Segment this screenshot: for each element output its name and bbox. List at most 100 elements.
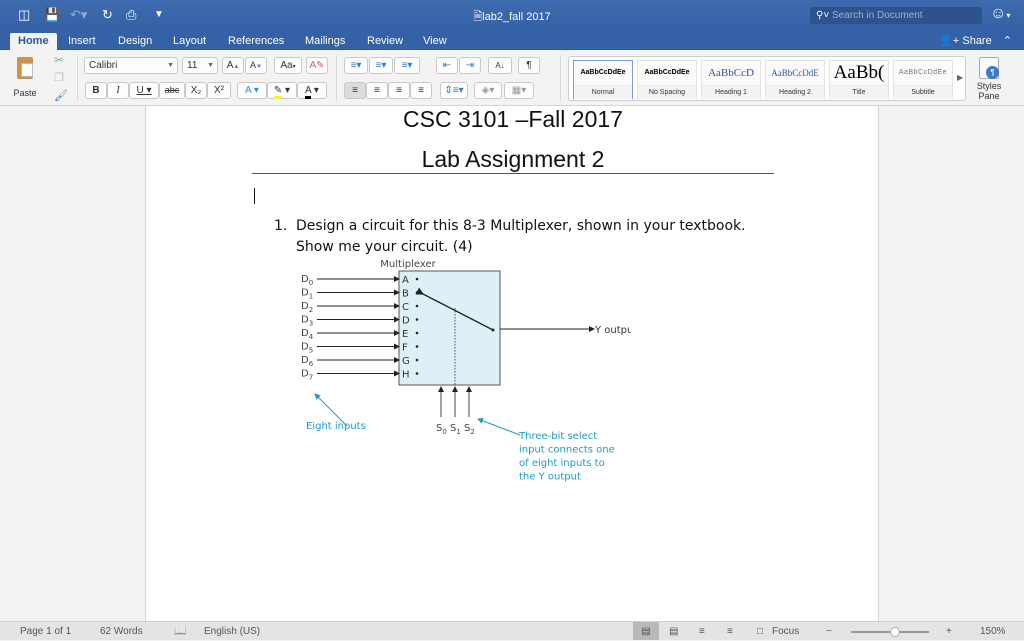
- multilevel-list-button[interactable]: ≡▾: [394, 57, 420, 74]
- tab-mailings[interactable]: Mailings: [305, 33, 345, 50]
- increase-indent-button[interactable]: ⇥: [459, 57, 481, 74]
- copy-icon[interactable]: ❐: [54, 71, 64, 84]
- style-label: No Spacing: [638, 85, 696, 99]
- shading-button[interactable]: ◈▾: [474, 82, 502, 99]
- add-person-icon: 👤+: [939, 35, 960, 47]
- tab-view[interactable]: View: [423, 33, 447, 50]
- superscript-button[interactable]: X²: [207, 82, 231, 99]
- paste-label: Paste: [13, 88, 37, 98]
- highlight-color-button[interactable]: ✎ ▾: [267, 82, 297, 99]
- search-input[interactable]: ⚲˅ Search in Document: [810, 7, 982, 24]
- shrink-font-button[interactable]: A▼: [245, 57, 267, 74]
- font-size-value: 11: [187, 60, 198, 71]
- zoom-out-button[interactable]: −: [826, 622, 832, 641]
- text-cursor: [254, 188, 255, 204]
- port-dot: [415, 318, 419, 321]
- port-dot: [415, 358, 419, 362]
- align-center-button[interactable]: ≡: [366, 82, 388, 99]
- font-name-select[interactable]: Calibri ▼: [84, 57, 178, 74]
- port-label: E: [402, 329, 408, 340]
- italic-button[interactable]: I: [107, 82, 129, 99]
- tab-references[interactable]: References: [228, 33, 284, 50]
- gallery-more-arrow-icon[interactable]: ▶: [957, 73, 963, 82]
- page-count[interactable]: Page 1 of 1: [20, 622, 71, 641]
- underline-label: U: [136, 85, 144, 96]
- tab-review[interactable]: Review: [367, 33, 403, 50]
- style-no-spacing[interactable]: AaBbCcDdEe No Spacing: [637, 60, 697, 99]
- ribbon-home: Paste ✂ ❐ 🖌 Calibri ▼ 11 ▼ A▲ A▼ Aa▾ A✎ …: [0, 51, 1024, 106]
- style-label: Heading 1: [702, 85, 760, 99]
- decrease-indent-button[interactable]: ⇤: [436, 57, 458, 74]
- borders-button[interactable]: ▦▾: [504, 82, 534, 99]
- zoom-in-button[interactable]: +: [946, 622, 952, 641]
- font-name-value: Calibri: [89, 60, 118, 71]
- style-normal[interactable]: AaBbCcDdEe Normal: [573, 60, 633, 99]
- style-preview: AaBbCcDdEe: [898, 69, 948, 76]
- question-line-1: Design a circuit for this 8-3 Multiplexe…: [296, 218, 746, 234]
- select-callout-text: the Y output: [519, 472, 581, 483]
- bold-button[interactable]: B: [85, 82, 107, 99]
- styles-pane-button[interactable]: ¶ Styles Pane: [972, 57, 1006, 103]
- tab-home[interactable]: Home: [10, 33, 57, 50]
- port-dot: [415, 277, 419, 281]
- input-label: D2: [301, 301, 313, 314]
- heading-course: CSC 3101 –Fall 2017: [403, 106, 623, 132]
- proofing-icon[interactable]: 📖: [174, 622, 186, 641]
- style-heading-2[interactable]: AaBbCcDdE Heading 2: [765, 60, 825, 99]
- ribbon-tabs: [0, 31, 1024, 50]
- zoom-slider-thumb[interactable]: [890, 627, 901, 637]
- show-formatting-button[interactable]: ¶: [518, 57, 540, 74]
- inputs-callout-text: Eight inputs: [306, 421, 366, 432]
- port-dot: [415, 372, 419, 375]
- line-spacing-button[interactable]: ⇕≡▾: [440, 82, 468, 99]
- focus-button[interactable]: Focus: [772, 622, 799, 641]
- cut-icon[interactable]: ✂: [54, 53, 64, 67]
- clear-formatting-button[interactable]: A✎: [306, 57, 328, 74]
- styles-gallery: AaBbCcDdEe Normal AaBbCcDdEe No Spacing Aa…: [568, 56, 966, 101]
- port-dot: [415, 331, 419, 335]
- outline-view-icon[interactable]: ≡: [699, 622, 705, 641]
- collapse-ribbon-icon[interactable]: ⌃: [1003, 35, 1012, 47]
- font-size-select[interactable]: 11 ▼: [182, 57, 218, 74]
- sort-button[interactable]: A↓: [488, 57, 512, 74]
- strikethrough-button[interactable]: abc: [159, 82, 185, 99]
- style-heading-1[interactable]: AaBbCcD Heading 1: [701, 60, 761, 99]
- justify-button[interactable]: ≡: [410, 82, 432, 99]
- select-callout-arrow: [477, 417, 521, 436]
- tab-design[interactable]: Design: [118, 33, 152, 50]
- print-layout-view-icon[interactable]: ▤: [633, 622, 659, 640]
- window-title-text: lab2_fall 2017: [482, 11, 551, 23]
- language[interactable]: English (US): [204, 622, 260, 641]
- numbering-button[interactable]: ≡▾: [369, 57, 393, 74]
- share-button[interactable]: 👤+ Share ⌃: [939, 34, 1012, 47]
- document-canvas[interactable]: CSC 3101 –Fall 2017 Lab Assignment 2 1. …: [0, 106, 1024, 621]
- feedback-smiley-icon[interactable]: ☺▾: [990, 5, 1010, 23]
- style-title[interactable]: AaBb(Title: [829, 60, 889, 99]
- port-dot: [415, 291, 419, 294]
- draft-view-icon[interactable]: ≡: [727, 622, 733, 641]
- grow-font-button[interactable]: A▲: [222, 57, 244, 74]
- zoom-level[interactable]: 150%: [980, 622, 1006, 641]
- align-left-button[interactable]: ≡: [344, 82, 366, 99]
- document-page[interactable]: CSC 3101 –Fall 2017 Lab Assignment 2 1. …: [145, 106, 879, 621]
- switch-pivot: [491, 328, 495, 332]
- text-effects-button[interactable]: A ▾: [237, 82, 267, 99]
- title-bar: ◫ 💾 ↶▾ ↻ ⎙ ▼ 🗎 lab2_fall 2017 ⚲˅ Search …: [0, 0, 1024, 31]
- select-label: S1: [450, 423, 461, 436]
- format-painter-icon[interactable]: 🖌: [54, 89, 68, 102]
- subscript-button[interactable]: X₂: [185, 82, 207, 99]
- underline-button[interactable]: U ▾: [129, 82, 159, 99]
- style-subtitle[interactable]: AaBbCcDdEe Subtitle: [893, 60, 953, 99]
- font-color-button[interactable]: A ▾: [297, 82, 327, 99]
- web-layout-view-icon[interactable]: ▤: [669, 622, 678, 641]
- change-case-button[interactable]: Aa▾: [274, 57, 302, 74]
- tab-insert[interactable]: Insert: [68, 33, 96, 50]
- focus-mode-icon[interactable]: □: [757, 622, 763, 641]
- align-right-button[interactable]: ≡: [388, 82, 410, 99]
- bullets-button[interactable]: ≡▾: [344, 57, 368, 74]
- word-count[interactable]: 62 Words: [100, 622, 143, 641]
- output-label: Y output: [594, 325, 631, 336]
- paste-button[interactable]: Paste: [8, 55, 42, 99]
- tab-layout[interactable]: Layout: [173, 33, 206, 50]
- style-label: Heading 2: [766, 85, 824, 99]
